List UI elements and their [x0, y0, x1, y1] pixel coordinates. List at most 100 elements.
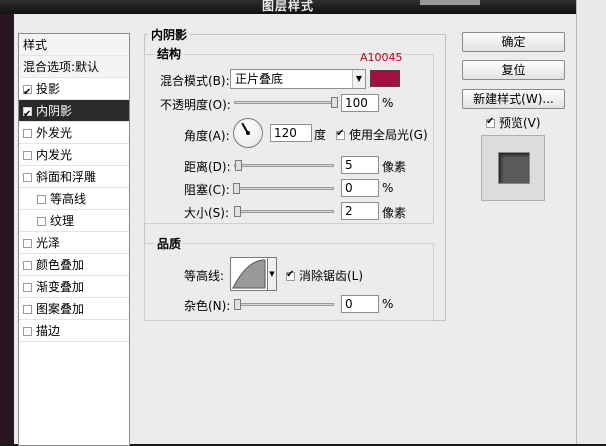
- blend-mode-value: 正片叠底: [235, 72, 284, 86]
- blend-mode-select[interactable]: 正片叠底 ▼: [230, 69, 366, 89]
- style-checkbox[interactable]: [23, 129, 32, 138]
- contour-preview[interactable]: [230, 257, 268, 291]
- blend-mode-label: 混合模式(B):: [160, 74, 230, 88]
- style-item[interactable]: 颜色叠加: [19, 254, 129, 276]
- style-item[interactable]: 纹理: [19, 210, 129, 232]
- antialias-label: 消除锯齿(L): [299, 269, 364, 283]
- style-item-label: 光泽: [36, 236, 61, 250]
- style-checkbox[interactable]: [23, 283, 32, 292]
- style-checkbox[interactable]: [23, 239, 32, 248]
- style-item[interactable]: 描边: [19, 320, 129, 342]
- noise-slider-thumb[interactable]: [234, 299, 241, 310]
- style-checkbox[interactable]: [23, 327, 32, 336]
- style-checkbox[interactable]: [23, 151, 32, 160]
- antialias-check-icon: [286, 269, 295, 281]
- style-item-label: 投影: [36, 82, 61, 96]
- style-item[interactable]: 渐变叠加: [19, 276, 129, 298]
- style-item[interactable]: 内阴影: [19, 100, 129, 126]
- contour-label: 等高线:: [184, 269, 225, 283]
- contour-curve-icon: [232, 259, 266, 289]
- angle-label: 角度(A):: [184, 129, 230, 143]
- global-light-check-icon: [336, 128, 345, 140]
- shadow-color-swatch[interactable]: [370, 70, 400, 87]
- window-titlebar: 图层样式: [0, 0, 576, 14]
- style-item-label: 渐变叠加: [36, 280, 85, 294]
- choke-unit: %: [382, 181, 394, 195]
- style-item[interactable]: 内发光: [19, 144, 129, 166]
- titlebar-decoration: [420, 0, 480, 5]
- distance-unit: 像素: [382, 160, 407, 174]
- opacity-slider-thumb[interactable]: [331, 97, 338, 108]
- style-preview: [481, 135, 545, 201]
- ok-button[interactable]: 确定: [462, 32, 565, 52]
- chevron-down-icon: ▼: [352, 70, 365, 88]
- global-light-label: 使用全局光(G): [349, 128, 428, 142]
- style-item-label: 外发光: [36, 126, 73, 140]
- style-item-label: 颜色叠加: [36, 258, 85, 272]
- style-item[interactable]: 投影: [19, 78, 129, 104]
- opacity-label: 不透明度(O):: [160, 98, 231, 112]
- style-item-label: 斜面和浮雕: [36, 170, 97, 184]
- angle-unit: 度: [314, 128, 327, 142]
- new-style-button[interactable]: 新建样式(W)...: [462, 89, 565, 109]
- styles-list: 样式 混合选项:默认 投影内阴影外发光内发光斜面和浮雕等高线纹理光泽颜色叠加渐变…: [18, 33, 130, 446]
- preview-check-icon: [486, 116, 495, 128]
- style-item-label: 纹理: [50, 214, 75, 228]
- preview-label: 预览(V): [499, 116, 541, 130]
- choke-input[interactable]: 0: [341, 179, 379, 197]
- opacity-input[interactable]: 100: [341, 94, 379, 112]
- antialias-checkbox[interactable]: 消除锯齿(L): [286, 267, 363, 284]
- noise-label: 杂色(N):: [184, 299, 231, 313]
- noise-input[interactable]: 0: [341, 295, 379, 313]
- style-item-label: 描边: [36, 324, 61, 338]
- opacity-slider[interactable]: [234, 97, 338, 108]
- distance-label: 距离(D):: [184, 160, 231, 174]
- size-label: 大小(S):: [184, 206, 230, 220]
- preview-checkbox[interactable]: 预览(V): [486, 114, 541, 131]
- style-item[interactable]: 光泽: [19, 232, 129, 254]
- choke-label: 阻塞(C):: [184, 183, 230, 197]
- style-item[interactable]: 图案叠加: [19, 298, 129, 320]
- style-preview-thumbnail: [499, 153, 529, 183]
- style-item-label: 内发光: [36, 148, 73, 162]
- angle-dial[interactable]: [233, 118, 263, 148]
- style-checkbox[interactable]: [23, 305, 32, 314]
- contour-dropdown-arrow[interactable]: ▼: [267, 257, 277, 291]
- size-input[interactable]: 2: [341, 202, 379, 220]
- distance-slider[interactable]: [234, 160, 334, 171]
- distance-slider-thumb[interactable]: [235, 160, 242, 171]
- styles-list-header[interactable]: 样式: [19, 34, 129, 56]
- window-title: 图层样式: [261, 0, 314, 13]
- background-edge-right: [576, 0, 606, 444]
- style-checkbox[interactable]: [37, 195, 46, 204]
- size-slider[interactable]: [234, 206, 334, 217]
- style-item[interactable]: 斜面和浮雕: [19, 166, 129, 188]
- style-item-label: 等高线: [50, 192, 87, 206]
- noise-unit: %: [382, 297, 394, 311]
- noise-slider[interactable]: [234, 299, 334, 310]
- style-checkbox[interactable]: [23, 261, 32, 270]
- style-checkbox[interactable]: [23, 173, 32, 182]
- style-checkbox[interactable]: [23, 82, 32, 104]
- layer-style-dialog: 样式 混合选项:默认 投影内阴影外发光内发光斜面和浮雕等高线纹理光泽颜色叠加渐变…: [14, 14, 576, 446]
- size-unit: 像素: [382, 206, 407, 220]
- structure-legend: 结构: [154, 45, 185, 62]
- choke-slider[interactable]: [233, 183, 334, 194]
- quality-legend: 品质: [154, 235, 185, 252]
- style-item-label: 内阴影: [36, 104, 73, 118]
- angle-center-dot: [246, 131, 250, 135]
- reset-button[interactable]: 复位: [462, 60, 565, 80]
- choke-slider-thumb[interactable]: [233, 183, 240, 194]
- distance-input[interactable]: 5: [341, 156, 379, 174]
- style-item[interactable]: 等高线: [19, 188, 129, 210]
- color-hex-tag: A10045: [360, 51, 403, 64]
- style-checkbox[interactable]: [37, 217, 46, 226]
- size-slider-thumb[interactable]: [234, 206, 241, 217]
- opacity-unit: %: [382, 96, 394, 110]
- style-checkbox[interactable]: [23, 104, 32, 126]
- blend-options-item[interactable]: 混合选项:默认: [19, 56, 129, 78]
- angle-input[interactable]: 120: [270, 124, 312, 142]
- global-light-checkbox[interactable]: 使用全局光(G): [336, 126, 428, 143]
- style-item[interactable]: 外发光: [19, 122, 129, 144]
- style-item-label: 图案叠加: [36, 302, 85, 316]
